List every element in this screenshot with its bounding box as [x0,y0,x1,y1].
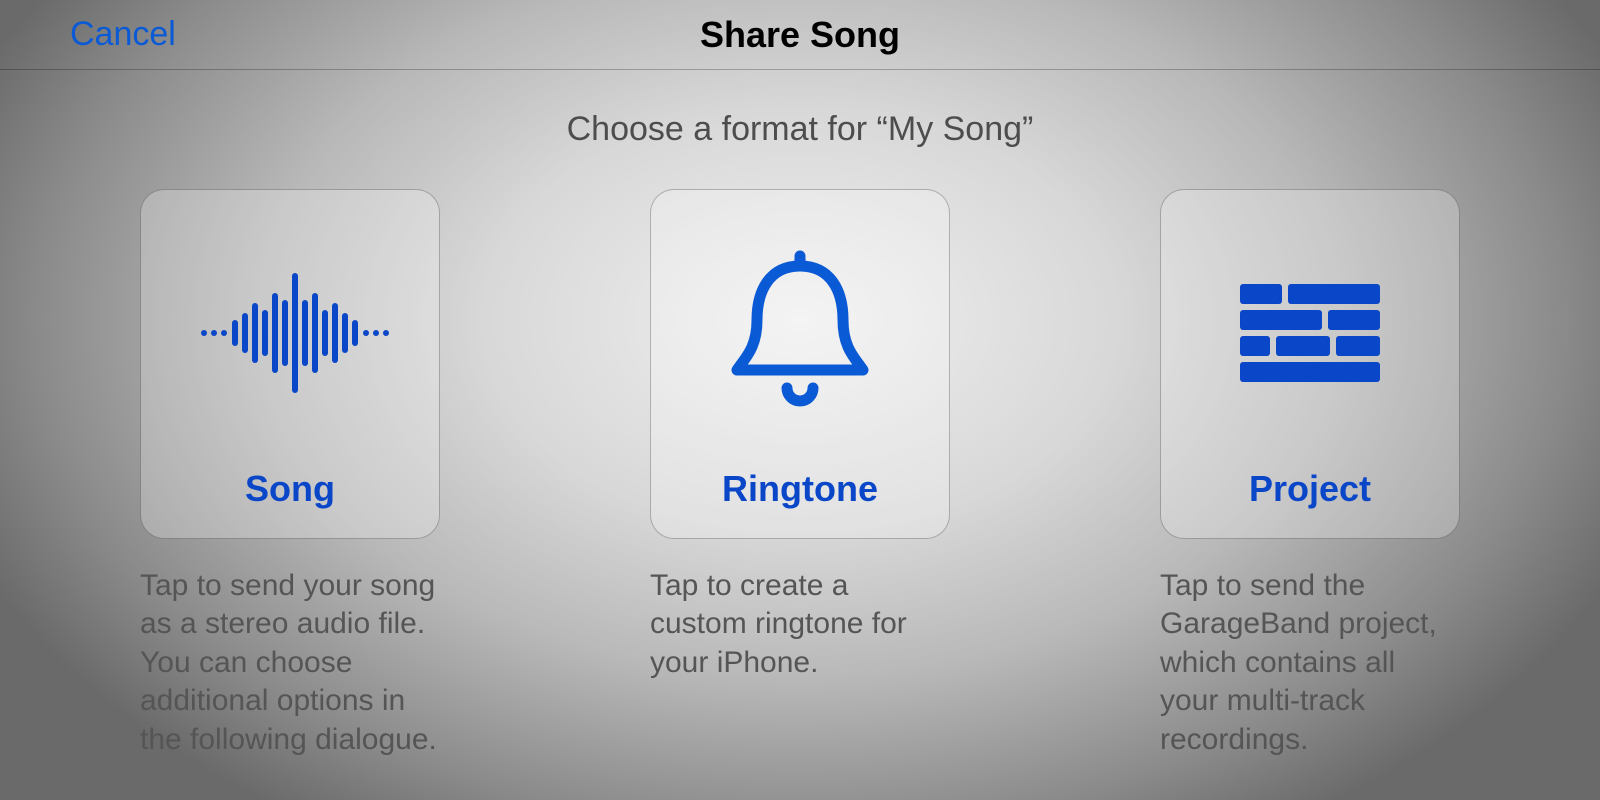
ringtone-description: Tap to create a custom ringtone for your… [650,567,950,682]
waveform-icon [190,248,390,418]
page-title: Share Song [700,14,900,56]
project-card[interactable]: Project [1160,189,1460,539]
bell-icon [715,248,885,418]
option-project: Project Tap to send the GarageBand proje… [1160,189,1460,759]
project-description: Tap to send the GarageBand project, whic… [1160,567,1460,759]
song-card[interactable]: Song [140,189,440,539]
tracks-icon [1240,248,1380,418]
song-description: Tap to send your song as a stereo audio … [140,567,440,759]
option-song: Song Tap to send your song as a stereo a… [140,189,440,759]
ringtone-card[interactable]: Ringtone [650,189,950,539]
cancel-button[interactable]: Cancel [70,15,176,54]
header-bar: Cancel Share Song [0,0,1600,70]
project-label: Project [1249,468,1371,510]
option-ringtone: Ringtone Tap to create a custom ringtone… [650,189,950,759]
format-options: Song Tap to send your song as a stereo a… [0,189,1600,759]
song-label: Song [245,468,335,510]
ringtone-label: Ringtone [722,468,878,510]
format-prompt: Choose a format for “My Song” [0,110,1600,149]
